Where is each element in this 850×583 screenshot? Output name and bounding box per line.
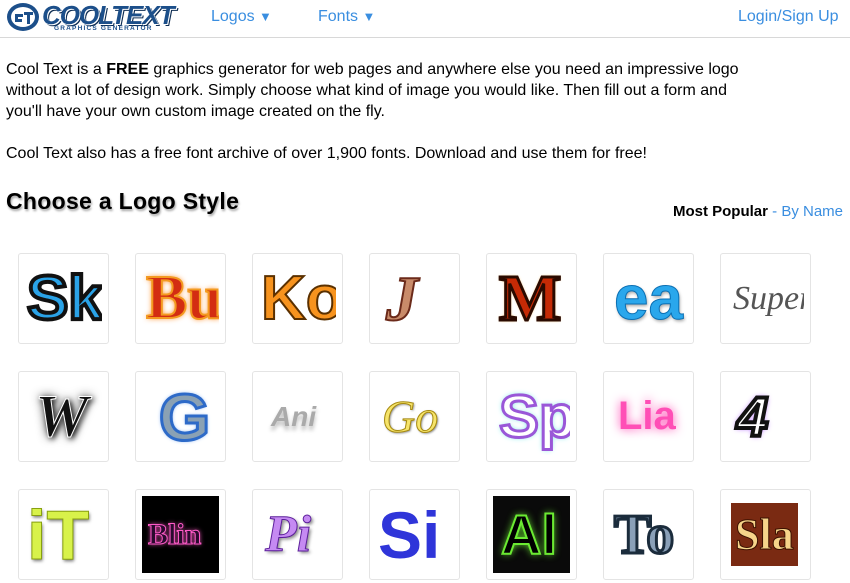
- logo-style-preview-text: G: [157, 378, 211, 455]
- logo-style-tile[interactable]: To: [603, 489, 694, 580]
- logo-style-tile[interactable]: Ko: [252, 253, 343, 344]
- intro-text: Cool Text is a FREE graphics generator f…: [6, 59, 766, 164]
- logo-style-tile[interactable]: 4: [720, 371, 811, 462]
- logo-tagline: GRAPHICS GENERATOR: [54, 25, 153, 32]
- login-signup-link[interactable]: Login/Sign Up: [738, 8, 839, 26]
- intro-p1-start: Cool Text is a: [6, 61, 107, 78]
- logo-style-preview-text: 4: [735, 383, 770, 450]
- logo-style-preview-text: Ani: [271, 400, 317, 432]
- logo-style-preview-text: Sp: [498, 382, 570, 452]
- logo-style-preview: Pi: [259, 496, 336, 573]
- logo-style-preview: Al: [493, 496, 570, 573]
- logo-style-tile[interactable]: W: [18, 371, 109, 462]
- logo-style-preview-text: iT: [26, 496, 90, 573]
- intro-paragraph-2: Cool Text also has a free font archive o…: [6, 145, 647, 162]
- intro-p1-bold: FREE: [106, 61, 149, 78]
- logo-style-preview-text: Al: [500, 502, 558, 567]
- logo-style-preview: Go: [376, 378, 453, 455]
- logo-style-preview: Ko: [259, 260, 336, 337]
- chevron-down-icon: ▼: [259, 9, 272, 24]
- logo-style-tile[interactable]: G: [135, 371, 226, 462]
- logo-style-tile[interactable]: iT: [18, 489, 109, 580]
- logo-style-preview: Sp: [493, 378, 570, 455]
- logo-style-preview: Sk: [25, 260, 102, 337]
- logo-style-preview-text: J: [385, 262, 419, 335]
- top-header: COOLTEXT GRAPHICS GENERATOR Logos ▼ Font…: [0, 0, 850, 38]
- logo-style-preview-text: Blin: [147, 517, 202, 551]
- logo-style-preview-text: Si: [378, 497, 441, 572]
- logo-style-preview-text: Bu: [145, 263, 219, 333]
- logo-style-preview: Sla: [727, 496, 804, 573]
- logo-style-preview: Si: [376, 496, 453, 573]
- logo-style-preview-text: Ko: [260, 263, 336, 334]
- logo-style-tile[interactable]: Pi: [252, 489, 343, 580]
- logo-style-preview: To: [610, 496, 687, 573]
- logo-style-preview-text: Lia: [618, 394, 676, 438]
- logo-style-preview: M: [493, 260, 570, 337]
- logo-style-preview: G: [142, 378, 219, 455]
- nav-logos-menu[interactable]: Logos ▼: [211, 8, 272, 26]
- logo-style-preview-text: M: [497, 260, 562, 336]
- logo-style-tile[interactable]: Lia: [603, 371, 694, 462]
- logo-style-tile[interactable]: Sp: [486, 371, 577, 462]
- page-title: Choose a Logo Style: [6, 188, 240, 214]
- logo-style-tile[interactable]: M: [486, 253, 577, 344]
- logo-style-preview-text: Pi: [264, 506, 312, 564]
- intro-paragraph-1: Cool Text is a FREE graphics generator f…: [6, 59, 766, 122]
- logo-style-tile[interactable]: Sk: [18, 253, 109, 344]
- logo-style-preview-text: Sla: [731, 503, 798, 566]
- logo-style-tile[interactable]: ea: [603, 253, 694, 344]
- logo-style-preview: Blin: [142, 496, 219, 573]
- nav-logos-label: Logos: [211, 8, 255, 25]
- sort-options: Most Popular - By Name: [673, 203, 843, 220]
- logo-style-preview: J: [376, 260, 453, 337]
- sort-by-name-link[interactable]: By Name: [781, 203, 843, 220]
- logo-style-preview-text: Go: [381, 391, 439, 443]
- nav-fonts-label: Fonts: [318, 8, 359, 25]
- nav-fonts-menu[interactable]: Fonts ▼: [318, 8, 375, 26]
- logo-style-preview: Ani: [259, 378, 336, 455]
- cooltext-logo-icon: [7, 3, 39, 31]
- logo-style-preview-text: W: [34, 383, 89, 450]
- sort-separator: -: [767, 203, 782, 220]
- logo-style-tile[interactable]: Bu: [135, 253, 226, 344]
- sort-most-popular: Most Popular: [672, 203, 768, 220]
- logo-style-preview: iT: [25, 496, 102, 573]
- logo-style-tile[interactable]: Blin: [135, 489, 226, 580]
- logo-style-tile[interactable]: Al: [486, 489, 577, 580]
- logo-style-tile[interactable]: Si: [369, 489, 460, 580]
- logo-style-preview-text: ea: [614, 264, 684, 334]
- logo-style-preview-text: Super: [733, 279, 804, 317]
- logo-style-preview-text: Sk: [25, 262, 102, 335]
- logo-style-preview: 4: [727, 378, 804, 455]
- cooltext-logo[interactable]: COOLTEXT GRAPHICS GENERATOR: [6, 0, 175, 36]
- chevron-down-icon: ▼: [362, 9, 376, 24]
- logo-style-tile[interactable]: Sla: [720, 489, 811, 580]
- logo-style-tile[interactable]: Ani: [252, 371, 343, 462]
- logo-style-tile[interactable]: J: [369, 253, 460, 344]
- logo-style-preview: Lia: [610, 378, 687, 455]
- logo-style-preview: ea: [610, 260, 687, 337]
- logo-style-preview: Bu: [142, 260, 219, 337]
- logo-style-tile[interactable]: Go: [369, 371, 460, 462]
- logo-style-tile[interactable]: Super: [720, 253, 811, 344]
- logo-style-preview: Super: [727, 260, 804, 337]
- logo-style-preview-text: To: [612, 502, 675, 567]
- logo-style-preview: W: [25, 378, 102, 455]
